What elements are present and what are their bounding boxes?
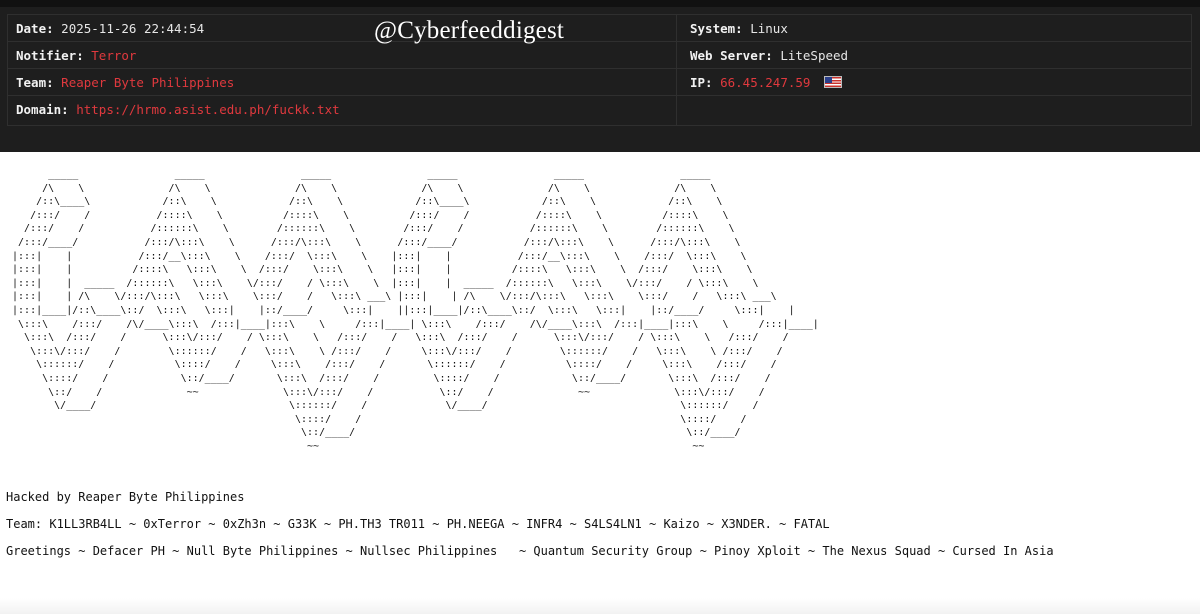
domain-link[interactable]: https://hrmo.asist.edu.ph/fuckk.txt bbox=[76, 102, 339, 117]
info-header: Date: 2025-11-26 22:44:54 Notifier: Terr… bbox=[0, 7, 1200, 152]
notifier-value[interactable]: Terror bbox=[91, 48, 136, 63]
info-left-column: Date: 2025-11-26 22:44:54 Notifier: Terr… bbox=[8, 15, 677, 125]
info-right-column: System: Linux Web Server: LiteSpeed IP: … bbox=[677, 15, 1191, 125]
date-label: Date: bbox=[16, 21, 54, 36]
us-flag-icon bbox=[823, 76, 842, 88]
team-value[interactable]: Reaper Byte Philippines bbox=[61, 75, 234, 90]
team-row: Team: Reaper Byte Philippines bbox=[8, 69, 676, 96]
notifier-label: Notifier: bbox=[16, 48, 84, 63]
empty-row bbox=[677, 96, 1191, 123]
date-value: 2025-11-26 22:44:54 bbox=[61, 21, 205, 36]
domain-row: Domain: https://hrmo.asist.edu.ph/fuckk.… bbox=[8, 96, 676, 123]
webserver-value: LiteSpeed bbox=[780, 48, 849, 63]
system-row: System: Linux bbox=[677, 15, 1191, 42]
domain-label: Domain: bbox=[16, 102, 69, 117]
ascii-art-banner: _____ _____ _____ _____ _____ _____ /\ \… bbox=[12, 169, 819, 452]
watermark: @Cyberfeeddigest bbox=[374, 17, 565, 44]
webserver-label: Web Server: bbox=[690, 48, 773, 63]
ip-row: IP: 66.45.247.59 bbox=[677, 69, 1191, 96]
system-value: Linux bbox=[750, 21, 788, 36]
notifier-row: Notifier: Terror bbox=[8, 42, 676, 69]
ip-label: IP: bbox=[690, 75, 713, 90]
bottom-edge bbox=[0, 598, 1200, 614]
team-label: Team: bbox=[16, 75, 54, 90]
hacked-by-text: Hacked by Reaper Byte Philippines bbox=[6, 490, 245, 504]
greetings-text: Greetings ~ Defacer PH ~ Null Byte Phili… bbox=[6, 544, 1054, 558]
info-table: Date: 2025-11-26 22:44:54 Notifier: Terr… bbox=[7, 14, 1192, 126]
top-bar bbox=[0, 0, 1200, 7]
date-row: Date: 2025-11-26 22:44:54 bbox=[8, 15, 676, 42]
ip-value: 66.45.247.59 bbox=[720, 75, 811, 90]
system-label: System: bbox=[690, 21, 743, 36]
team-members-text: Team: K1LL3RB4LL ~ 0xTerror ~ 0xZh3n ~ G… bbox=[6, 517, 830, 531]
webserver-row: Web Server: LiteSpeed bbox=[677, 42, 1191, 69]
